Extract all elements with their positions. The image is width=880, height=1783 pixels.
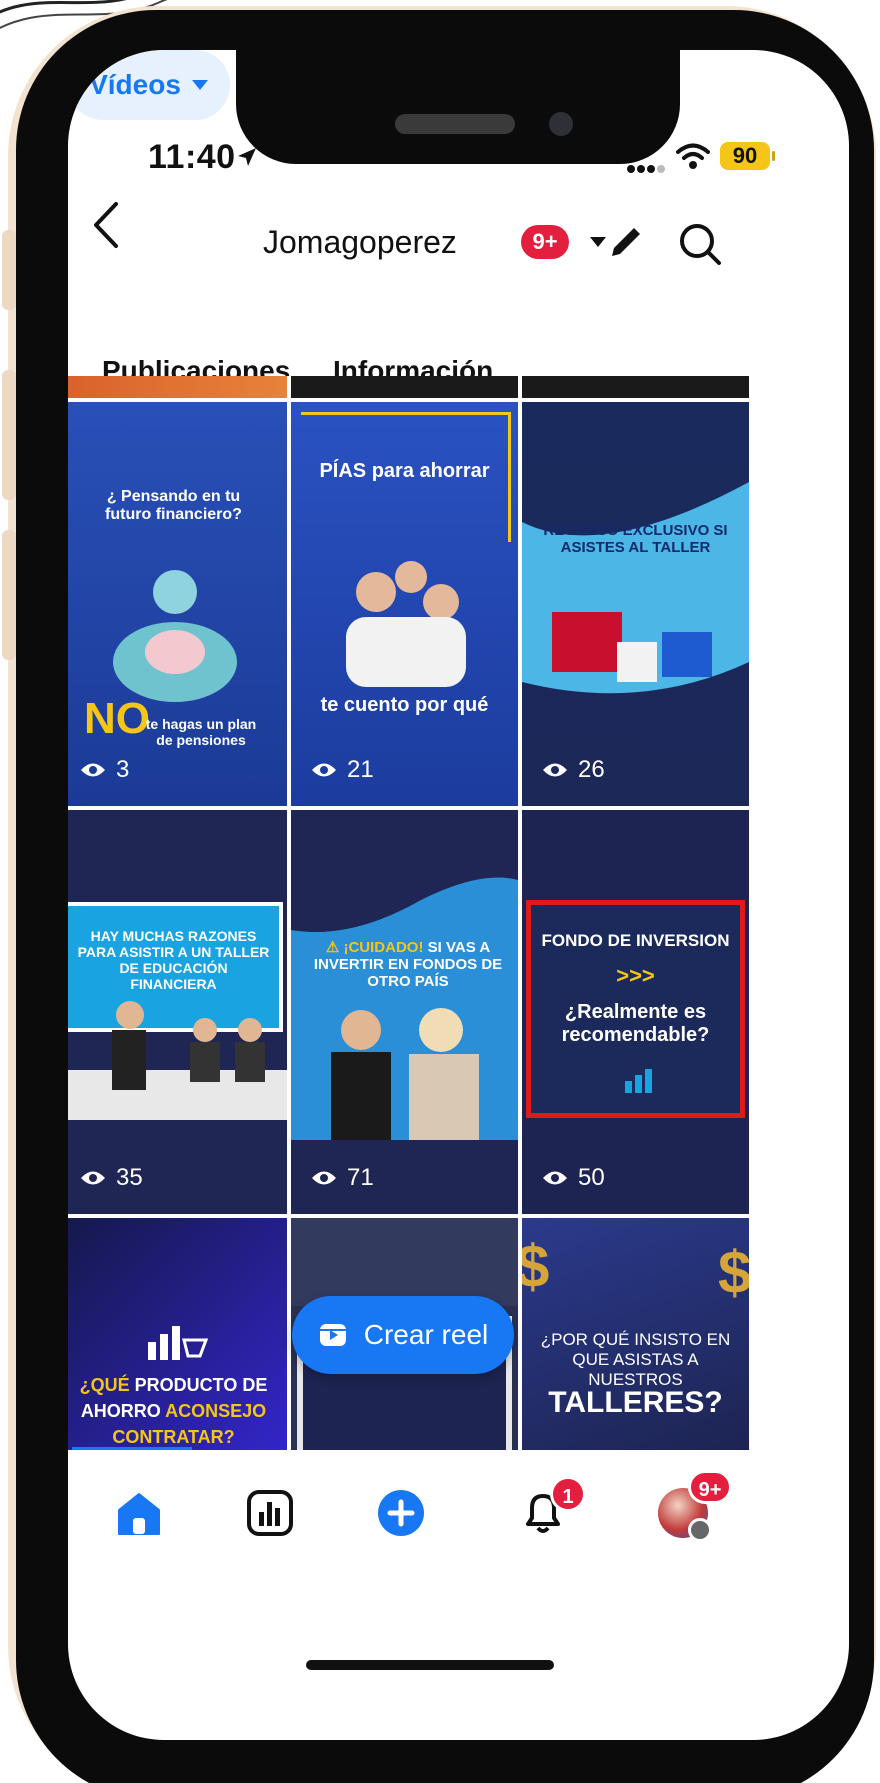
dashboard-chart-icon[interactable] xyxy=(245,1488,295,1538)
view-count: 3 xyxy=(80,756,129,784)
create-reel-button[interactable]: Crear reel xyxy=(292,1296,514,1374)
header-notification-badge: 9+ xyxy=(521,225,569,259)
search-icon[interactable] xyxy=(678,222,722,266)
chevron-down-icon[interactable] xyxy=(588,234,608,250)
reel-icon xyxy=(319,1324,346,1346)
view-count: 50 xyxy=(542,1164,605,1192)
eye-icon xyxy=(312,763,336,777)
home-icon[interactable] xyxy=(114,1488,164,1538)
video-title: ¿ Pensando en tu futuro financiero? xyxy=(105,488,242,523)
shopping-chart-icon xyxy=(148,1326,209,1360)
video-tile[interactable]: FONDO DE INVERSION >>> ¿Realmente es rec… xyxy=(522,810,749,1214)
bar-chart-icon xyxy=(625,1069,652,1093)
video-title: PÍAS para ahorrar xyxy=(319,460,490,482)
video-subtitle: te hagas un plan de pensiones xyxy=(145,716,257,748)
tile-top-region xyxy=(291,1218,518,1306)
video-tile[interactable]: ¿ Pensando en tu futuro financiero? NO t… xyxy=(68,402,287,806)
speaker-grille xyxy=(395,114,515,134)
chevron-down-icon xyxy=(191,80,208,90)
video-tile[interactable]: ⚠ ¡CUIDADO! SI VAS A INVERTIR EN FONDOS … xyxy=(291,810,518,1214)
warning-icon: ⚠ xyxy=(325,939,340,956)
video-tile[interactable]: ¿QUÉ PRODUCTO DE AHORRO ACONSEJO CONTRAT… xyxy=(68,1218,287,1452)
piggy-bank-illustration xyxy=(113,570,237,702)
wifi-icon xyxy=(676,143,710,169)
eye-icon xyxy=(312,1171,336,1185)
tab-videos-label: Vídeos xyxy=(89,69,181,100)
wave-background xyxy=(291,877,518,1140)
video-highlight: ¡CUIDADO! xyxy=(343,939,424,956)
eye-icon xyxy=(81,763,105,777)
bottom-navigation: 1 9+ xyxy=(68,1450,849,1580)
video-tile[interactable]: PÍAS para ahorrar te cuento por qué 21 xyxy=(291,402,518,806)
view-count-value: 71 xyxy=(347,1164,374,1191)
video-highlight: ¿QUÉ xyxy=(79,1375,130,1395)
view-count-value: 35 xyxy=(116,1164,143,1191)
eye-icon xyxy=(543,1171,567,1185)
video-tile-partial[interactable] xyxy=(68,376,287,398)
view-count-value: 26 xyxy=(578,756,605,783)
view-count: 71 xyxy=(311,1164,374,1192)
video-tile-partial[interactable] xyxy=(291,376,518,398)
video-grid: ¿ Pensando en tu futuro financiero? NO t… xyxy=(68,376,849,1452)
view-count: 21 xyxy=(311,756,374,784)
view-count-value: 50 xyxy=(578,1164,605,1191)
menu-icon xyxy=(688,1518,712,1542)
video-title: FONDO DE INVERSION xyxy=(541,931,730,950)
front-camera xyxy=(549,112,573,136)
meeting-illustration xyxy=(68,1001,287,1120)
family-illustration xyxy=(346,561,466,687)
view-count: 26 xyxy=(542,756,605,784)
video-subtitle: te cuento por qué xyxy=(320,694,489,716)
silent-switch xyxy=(2,230,16,310)
back-arrow-icon[interactable] xyxy=(88,198,124,252)
location-arrow-icon xyxy=(238,148,256,166)
video-title-block: ⚠ ¡CUIDADO! SI VAS A INVERTIR EN FONDOS … xyxy=(303,938,513,990)
view-count-value: 3 xyxy=(116,756,130,783)
chevrons-right-icon: >>> xyxy=(616,963,655,988)
eye-icon xyxy=(543,763,567,777)
video-subtitle: ¿Realmente es recomendable? xyxy=(561,1001,710,1046)
create-plus-icon[interactable] xyxy=(376,1488,426,1538)
battery-indicator: 90 xyxy=(720,142,775,170)
eye-icon xyxy=(81,1171,105,1185)
phone-screen: 11:40 90 Jomagoperez 9+ Publicaciones In… xyxy=(68,50,849,1740)
video-title: RECURSO EXCLUSIVO SI ASISTES AL TALLER xyxy=(543,522,728,556)
video-title: ¿POR QUÉ INSISTO EN QUE ASISTAS A NUESTR… xyxy=(540,1330,731,1389)
red-frame: FONDO DE INVERSION >>> ¿Realmente es rec… xyxy=(526,900,745,1118)
screenshot-stage: 11:40 90 Jomagoperez 9+ Publicaciones In… xyxy=(0,0,880,1783)
video-subtitle: TALLERES? xyxy=(548,1386,723,1419)
home-indicator[interactable] xyxy=(306,1660,554,1670)
video-title-block: ¿QUÉ PRODUCTO DE AHORRO ACONSEJO CONTRAT… xyxy=(68,1372,287,1450)
video-tile[interactable]: RECURSO EXCLUSIVO SI ASISTES AL TALLER 2… xyxy=(522,402,749,806)
video-tile[interactable]: HAY MUCHAS RAZONES PARA ASISTIR A UN TAL… xyxy=(68,810,287,1214)
notification-count-badge: 1 xyxy=(550,1476,586,1512)
video-tile[interactable]: $ $ ¿POR QUÉ INSISTO EN QUE ASISTAS A NU… xyxy=(522,1218,749,1452)
dollar-sign-icon: $ xyxy=(718,1239,749,1306)
profile-notification-badge: 9+ xyxy=(688,1470,732,1504)
status-time: 11:40 xyxy=(148,138,236,176)
volume-up-button xyxy=(2,370,16,500)
create-reel-label: Crear reel xyxy=(363,1319,489,1350)
phone-notch xyxy=(236,50,680,164)
video-tile-partial[interactable] xyxy=(522,376,749,398)
notifications-button[interactable]: 1 xyxy=(518,1476,586,1538)
volume-down-button xyxy=(2,530,16,660)
view-count: 35 xyxy=(80,1164,143,1192)
page-title[interactable]: Jomagoperez xyxy=(263,224,457,261)
view-count-value: 21 xyxy=(347,756,374,783)
pencil-edit-icon[interactable] xyxy=(606,222,646,262)
gift-wave-background xyxy=(522,482,749,694)
dollar-sign-icon: $ xyxy=(522,1233,550,1300)
profile-menu-button[interactable]: 9+ xyxy=(658,1470,732,1542)
